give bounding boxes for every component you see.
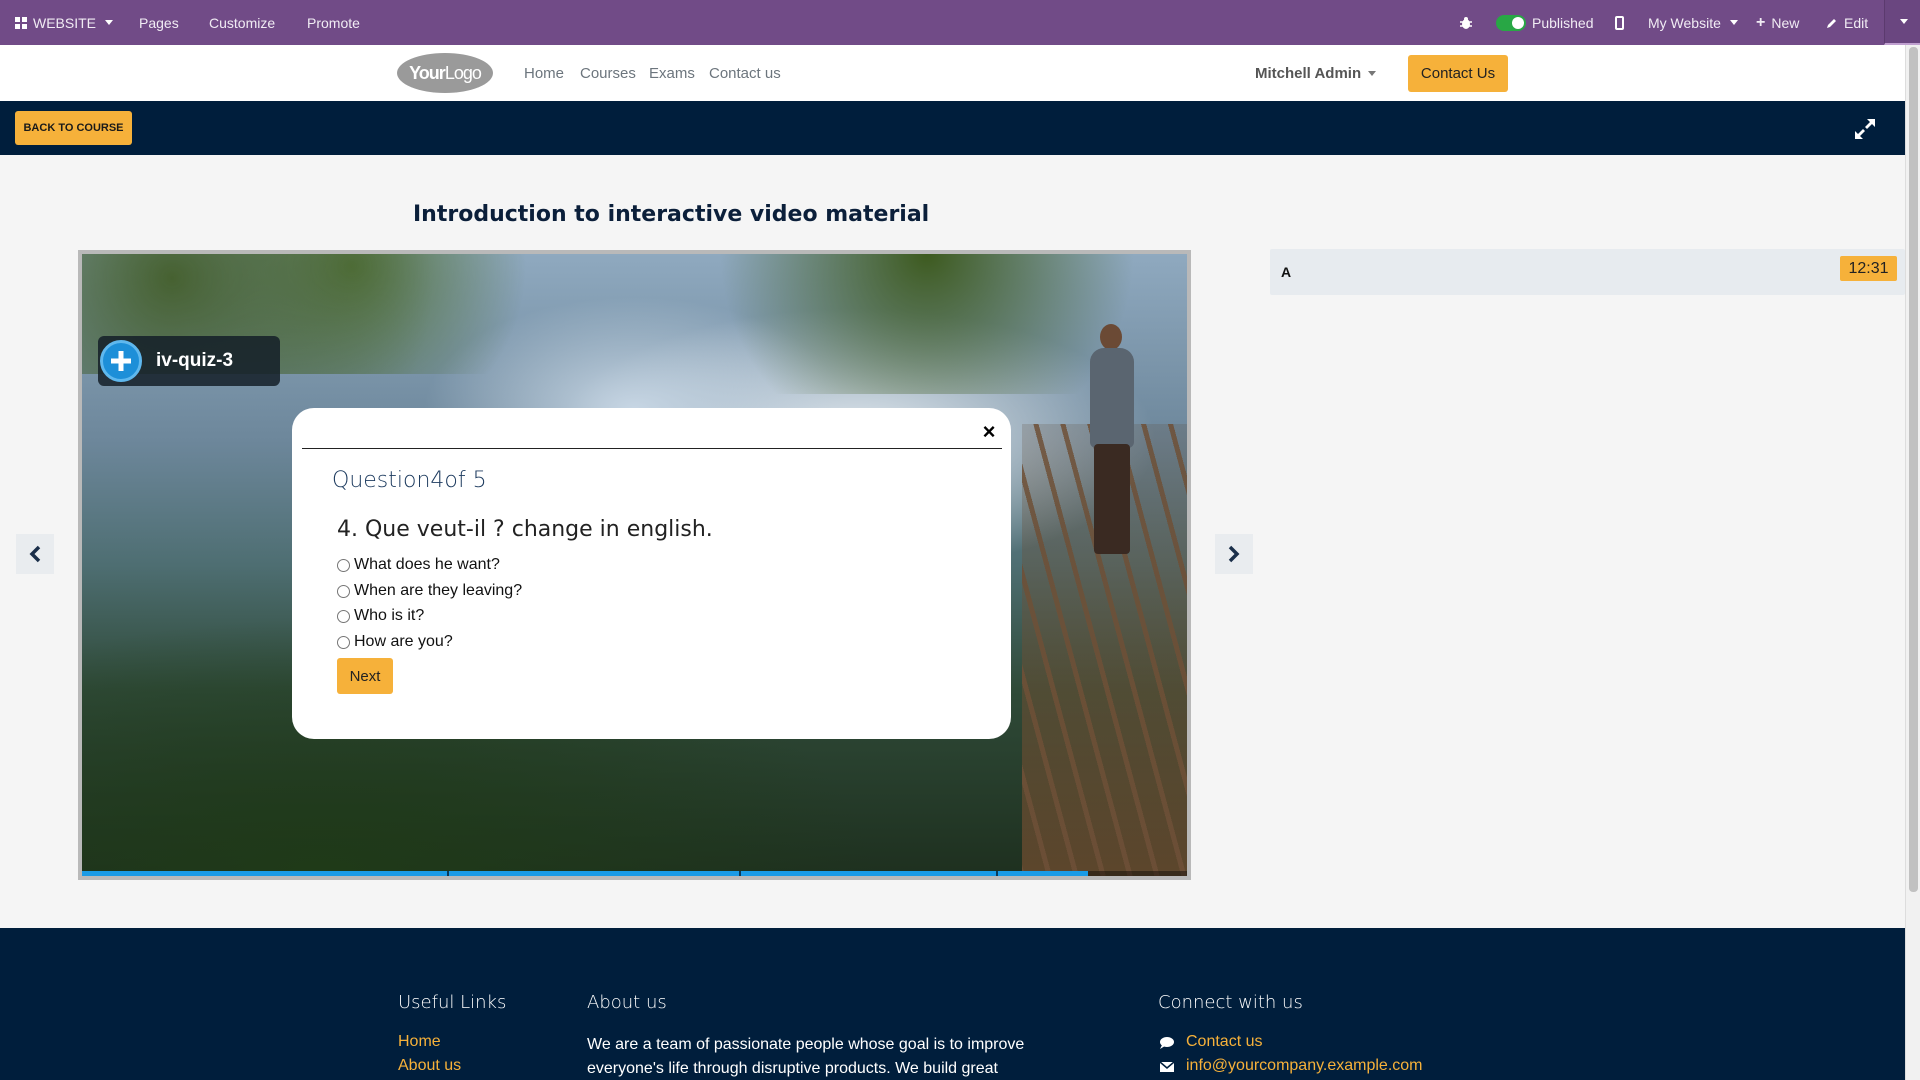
bug-icon <box>1460 16 1472 29</box>
footer-link-about[interactable]: About us <box>398 1057 461 1075</box>
site-footer: Useful Links Home About us About us We a… <box>0 928 1905 1080</box>
nav-home[interactable]: Home <box>524 45 564 101</box>
answer-option[interactable]: Who is it? <box>337 607 424 625</box>
radio-button[interactable] <box>337 609 350 623</box>
about-us-heading: About us <box>587 992 667 1013</box>
toggle-switch[interactable] <box>1496 14 1526 31</box>
video-progress-bar[interactable] <box>82 871 1187 876</box>
next-lesson-button[interactable] <box>1215 534 1253 574</box>
question-counter: Question4of 5 <box>332 468 487 493</box>
answer-option-label: How are you? <box>354 633 453 650</box>
answer-option[interactable]: What does he want? <box>337 556 500 574</box>
logo-text-light: Logo <box>444 62 482 83</box>
caret-down-icon <box>1368 70 1377 76</box>
chapter-marker[interactable] <box>446 871 449 876</box>
expand-icon[interactable] <box>1853 117 1877 141</box>
promote-menu[interactable]: Promote <box>307 0 360 45</box>
pages-menu[interactable]: Pages <box>139 0 179 45</box>
caret-down-icon <box>1729 20 1738 25</box>
contact-us-button[interactable]: Contact Us <box>1408 55 1508 92</box>
answer-option[interactable]: How are you? <box>337 633 453 651</box>
customize-menu[interactable]: Customize <box>209 0 275 45</box>
quiz-hotspot[interactable]: iv-quiz-3 <box>98 336 280 386</box>
lesson-title: Introduction to interactive video materi… <box>413 202 930 227</box>
page-scrollbar[interactable] <box>1905 45 1920 1080</box>
edit-button[interactable]: Edit <box>1826 0 1868 45</box>
radio-button[interactable] <box>337 584 350 598</box>
caret-down-icon <box>105 20 114 25</box>
person-figure <box>1082 324 1142 554</box>
answer-option-label: When are they leaving? <box>354 582 523 599</box>
scrollbar-thumb[interactable] <box>1909 47 1918 892</box>
footer-email-link[interactable]: info@yourcompany.example.com <box>1186 1057 1423 1075</box>
website-switcher[interactable]: My Website <box>1648 0 1738 45</box>
debug-button[interactable] <box>1459 0 1473 45</box>
radio-button[interactable] <box>337 635 350 649</box>
publish-toggle[interactable]: Published <box>1496 0 1594 45</box>
site-logo[interactable]: Your Logo <box>397 53 493 93</box>
new-content-button[interactable]: + New <box>1756 0 1799 45</box>
apps-grid-icon <box>15 16 27 29</box>
quiz-modal: × Question4of 5 4. Que veut-il ? change … <box>292 408 1011 739</box>
playlist-item[interactable]: A 12:31 <box>1270 249 1905 295</box>
new-label: New <box>1771 14 1800 31</box>
connect-heading: Connect with us <box>1158 992 1303 1013</box>
admin-more-button[interactable] <box>1884 0 1920 45</box>
quiz-hotspot-label: iv-quiz-3 <box>156 350 234 371</box>
nav-contact-us[interactable]: Contact us <box>709 45 781 101</box>
pencil-icon <box>1827 18 1836 28</box>
back-to-course-button[interactable]: BACK TO COURSE <box>15 111 132 145</box>
site-header: Your Logo Home Courses Exams Contact us M… <box>0 45 1905 101</box>
plus-icon: + <box>1756 13 1766 31</box>
close-icon[interactable]: × <box>977 419 1001 444</box>
chapter-marker[interactable] <box>995 871 998 876</box>
website-menu-label: WEBSITE <box>33 14 97 31</box>
mobile-icon <box>1615 15 1624 30</box>
course-toolbar: BACK TO COURSE <box>0 101 1905 155</box>
mobile-preview-button[interactable] <box>1615 0 1624 45</box>
chapter-marker[interactable] <box>739 871 742 876</box>
envelope-icon <box>1159 1061 1175 1072</box>
radio-button[interactable] <box>337 558 350 572</box>
footer-contact-link[interactable]: Contact us <box>1186 1033 1262 1051</box>
publish-label: Published <box>1532 14 1594 31</box>
plus-circle-icon <box>100 340 142 382</box>
website-menu[interactable]: WEBSITE <box>15 0 114 45</box>
next-question-button[interactable]: Next <box>337 658 393 694</box>
video-progress-fill <box>82 871 1088 876</box>
user-menu[interactable]: Mitchell Admin <box>1255 45 1377 101</box>
edit-label: Edit <box>1844 14 1869 31</box>
user-name: Mitchell Admin <box>1255 64 1362 82</box>
chat-icon <box>1160 1037 1174 1049</box>
caret-down-icon <box>1900 19 1908 24</box>
website-switcher-label: My Website <box>1648 14 1721 31</box>
nav-exams[interactable]: Exams <box>649 45 695 101</box>
logo-text-bold: Your <box>409 62 446 83</box>
admin-navbar: WEBSITE Pages Customize Promote Publishe… <box>0 0 1920 45</box>
question-text: 4. Que veut-il ? change in english. <box>337 517 713 542</box>
previous-lesson-button[interactable] <box>16 534 54 574</box>
chevron-left-icon <box>29 545 41 563</box>
answer-option-label: What does he want? <box>354 556 500 573</box>
nav-courses[interactable]: Courses <box>580 45 636 101</box>
playlist-item-time: 12:31 <box>1840 256 1897 281</box>
footer-link-home[interactable]: Home <box>398 1033 441 1051</box>
about-us-text: We are a team of passionate people whose… <box>587 1036 1025 1077</box>
chevron-right-icon <box>1228 545 1240 563</box>
modal-divider <box>302 448 1002 449</box>
playlist-item-label: A <box>1281 264 1292 280</box>
answer-option-label: Who is it? <box>354 607 425 624</box>
useful-links-heading: Useful Links <box>398 992 507 1013</box>
answer-option[interactable]: When are they leaving? <box>337 582 522 600</box>
